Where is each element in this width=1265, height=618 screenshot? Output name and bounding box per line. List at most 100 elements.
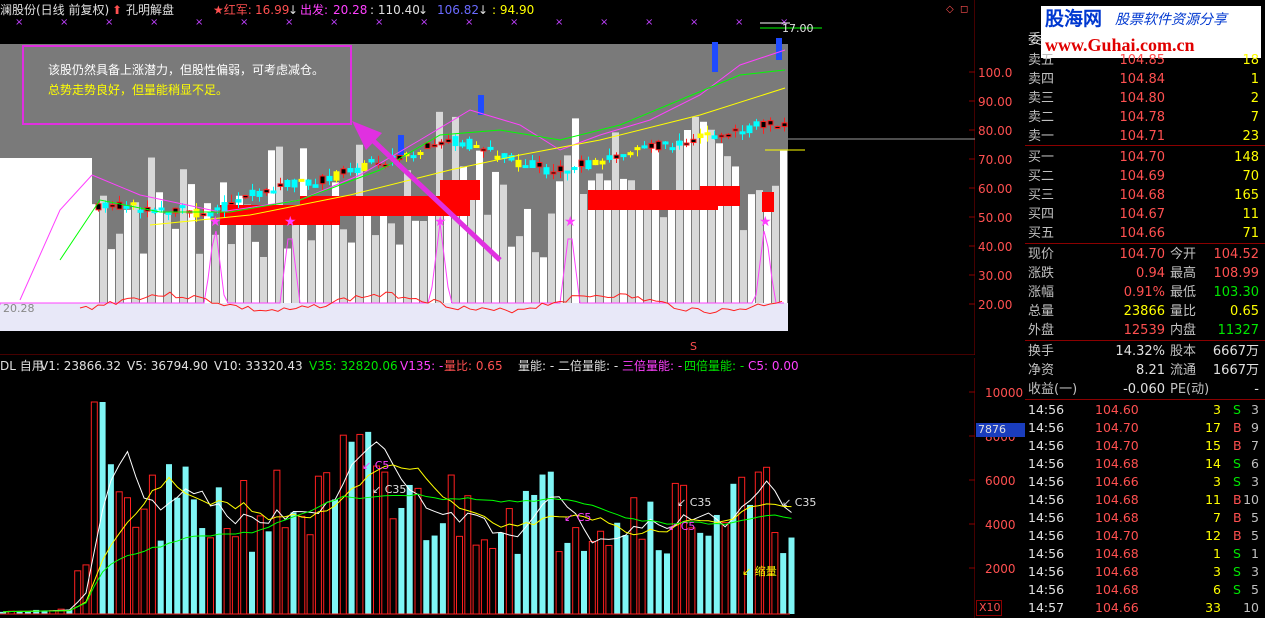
candle-body <box>543 167 550 175</box>
volume-bar <box>688 527 696 615</box>
stat-row: 净资 8.21 流通 1667万 <box>1028 363 1259 378</box>
volume-bar <box>82 564 90 615</box>
volume-bar <box>207 537 214 615</box>
candle-body <box>452 136 459 147</box>
annotation-box: 该股仍然具备上涨潜力，但股性偏弱，可考虑减仓。 总势走势良好，但量能稍显不足。 <box>22 45 352 125</box>
candle-body <box>473 145 480 149</box>
volume-bar <box>265 531 272 614</box>
volume-bar <box>414 487 422 615</box>
volume-chart[interactable] <box>0 358 975 618</box>
bar-white <box>340 229 347 303</box>
zoom-x10-button[interactable]: X10 <box>976 600 1002 616</box>
candle-body <box>662 141 669 145</box>
order-row-sell[interactable]: 卖一 104.71 23 <box>1025 127 1265 146</box>
candle-body <box>284 180 291 188</box>
volume-bar <box>348 441 355 614</box>
volume-bar <box>290 512 297 614</box>
candle-body <box>620 154 627 158</box>
x-marker: × <box>555 17 563 28</box>
star-icon: ★ <box>284 214 297 230</box>
volume-bar <box>614 522 621 614</box>
candle-body <box>319 175 326 185</box>
x-marker: × <box>690 17 698 28</box>
volume-axis-label: 10000 <box>985 386 1024 400</box>
candle-body <box>438 141 445 146</box>
candle-body <box>312 184 319 188</box>
x-marker: × <box>150 17 158 28</box>
bar-white <box>500 184 507 303</box>
volume-bar <box>547 471 554 614</box>
candle-body <box>256 190 263 197</box>
x-marker: × <box>465 17 473 28</box>
bar-white <box>316 212 323 303</box>
candle-body <box>410 155 417 159</box>
volume-bar <box>605 544 613 615</box>
ma-volume-35 <box>2 493 792 613</box>
volume-bar <box>581 550 587 614</box>
bar-white <box>116 233 123 303</box>
star-icon: ★ <box>209 214 222 230</box>
bar-white <box>388 223 395 303</box>
expand-icon[interactable]: ◇ <box>946 3 954 17</box>
bar-white <box>660 217 667 303</box>
volume-bar <box>754 471 762 615</box>
bar-white <box>484 214 491 303</box>
volume-bar <box>389 518 397 615</box>
quote-panel: 股海网 股票软件资源分享 www.Guhai.com.cn 委 卖五 104.85… <box>1025 0 1265 618</box>
volume-bar <box>166 464 172 614</box>
x-marker: × <box>600 17 608 28</box>
candle-body <box>550 171 557 175</box>
candle-body <box>361 162 368 172</box>
candle-body <box>291 179 298 188</box>
x-marker: × <box>105 17 113 28</box>
candle-body <box>515 159 522 168</box>
candle-body <box>466 138 473 150</box>
bar-white <box>284 248 291 303</box>
volume-bar <box>564 542 571 614</box>
chart-area[interactable]: ★ ★ ★ ★ ★ × × × × × × × × × × × × × × × × × × 澜股份(日线 前复权) ⬆ 孔明… <box>0 0 1025 618</box>
order-row-buy[interactable]: 买五 104.66 71 <box>1025 224 1265 243</box>
candle-body <box>179 205 186 209</box>
order-row-sell[interactable]: 卖三 104.80 2 <box>1025 89 1265 108</box>
bar-white <box>748 194 755 303</box>
candle-body <box>613 154 620 159</box>
bar-white <box>228 244 235 303</box>
order-row-sell[interactable]: 卖四 104.84 1 <box>1025 70 1265 89</box>
volume-bar <box>522 490 529 614</box>
bar-white <box>644 204 651 303</box>
red-army-label: ★红军: <box>213 3 252 17</box>
candle-body <box>676 140 683 146</box>
volume-bar <box>747 504 753 614</box>
bar-white <box>780 150 787 303</box>
candle-body <box>221 202 228 212</box>
order-row-sell[interactable]: 卖二 104.78 7 <box>1025 108 1265 127</box>
order-row-sell[interactable]: 卖五 104.85 18 <box>1025 51 1265 70</box>
candle-body <box>459 142 466 147</box>
volume-bar <box>314 475 322 615</box>
volume-axis-label: 4000 <box>985 518 1016 532</box>
order-row-buy[interactable]: 买一 104.70 148 <box>1025 148 1265 167</box>
lavender-band <box>0 303 788 331</box>
candle-body <box>669 147 676 151</box>
order-row-buy[interactable]: 买三 104.68 165 <box>1025 186 1265 205</box>
price-axis-label: 70.00 <box>978 153 1013 167</box>
candle-body <box>298 178 305 182</box>
volume-axis-label: 2000 <box>985 562 1016 576</box>
star-icon: ★ <box>434 214 447 230</box>
order-row-buy[interactable]: 买四 104.67 11 <box>1025 205 1265 224</box>
tag-c35: ↙ C35 <box>782 496 817 509</box>
bar-white <box>420 220 427 303</box>
tick-row: 14:56 104.70 17 B 9 <box>1028 420 1259 435</box>
candle-body <box>235 199 242 203</box>
bar-white <box>724 156 731 303</box>
volume-bar <box>190 499 197 614</box>
bar-white <box>668 200 675 303</box>
bar-white <box>708 129 715 303</box>
candle-body <box>130 202 137 206</box>
close-icon[interactable]: ◻ <box>960 3 968 17</box>
order-row-buy[interactable]: 买二 104.69 70 <box>1025 167 1265 186</box>
peak-label: 17.00 <box>782 22 814 35</box>
volume-bar <box>199 528 206 614</box>
candle-body <box>648 142 655 149</box>
bar-white <box>308 240 315 303</box>
